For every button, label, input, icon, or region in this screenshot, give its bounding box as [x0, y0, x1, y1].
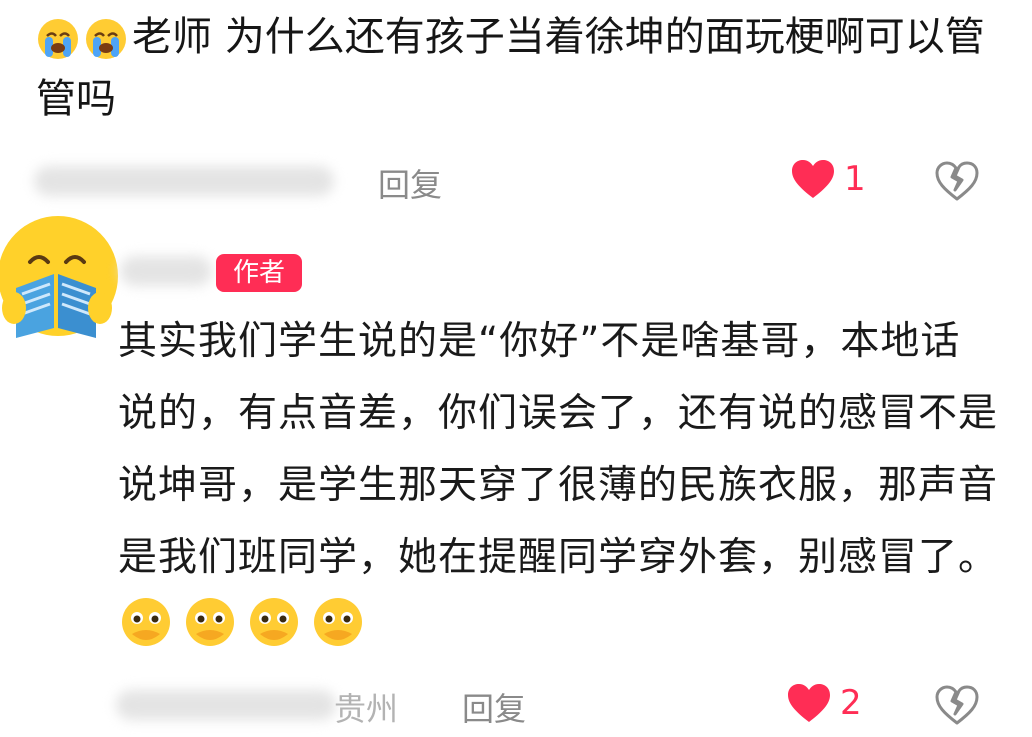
- comment-2-reply-button[interactable]: 回复: [462, 684, 526, 730]
- comment-1-text: 老师 为什么还有孩子当着徐坤的面玩梗啊可以管管吗: [36, 14, 985, 122]
- heart-icon: [790, 158, 836, 200]
- comment-2-like-count: 2: [840, 683, 862, 723]
- holding-back-tears-emojis: [118, 594, 366, 674]
- comment-2-like-button[interactable]: 2: [786, 682, 862, 724]
- comment-1-reply-button[interactable]: 回复: [378, 160, 442, 206]
- comment-1-like-button[interactable]: 1: [790, 158, 866, 200]
- author-badge: 作者: [216, 254, 302, 292]
- author-avatar[interactable]: [0, 210, 124, 342]
- comment-1-like-count: 1: [844, 159, 866, 199]
- heart-icon: [786, 682, 832, 724]
- comment-2-meta-blurred: [116, 690, 336, 720]
- loudly-crying-face-icon: [84, 17, 128, 61]
- comment-1-meta-blurred: [34, 166, 334, 196]
- broken-heart-icon: [934, 160, 980, 202]
- comment-2-location: 贵州: [334, 690, 399, 728]
- comment-2-body: 其实我们学生说的是“你好”不是啥基哥，本地话说的，有点音差，你们误会了，还有说的…: [118, 306, 998, 674]
- comment-1-dislike-button[interactable]: [934, 160, 980, 202]
- author-name-blurred: [120, 256, 212, 286]
- broken-heart-icon: [934, 684, 980, 726]
- comment-1-body: 老师 为什么还有孩子当着徐坤的面玩梗啊可以管管吗: [36, 6, 996, 130]
- comment-2-text: 其实我们学生说的是“你好”不是啥基哥，本地话说的，有点音差，你们误会了，还有说的…: [118, 319, 999, 580]
- comment-2-dislike-button[interactable]: [934, 684, 980, 726]
- loudly-crying-face-icon: [36, 17, 80, 61]
